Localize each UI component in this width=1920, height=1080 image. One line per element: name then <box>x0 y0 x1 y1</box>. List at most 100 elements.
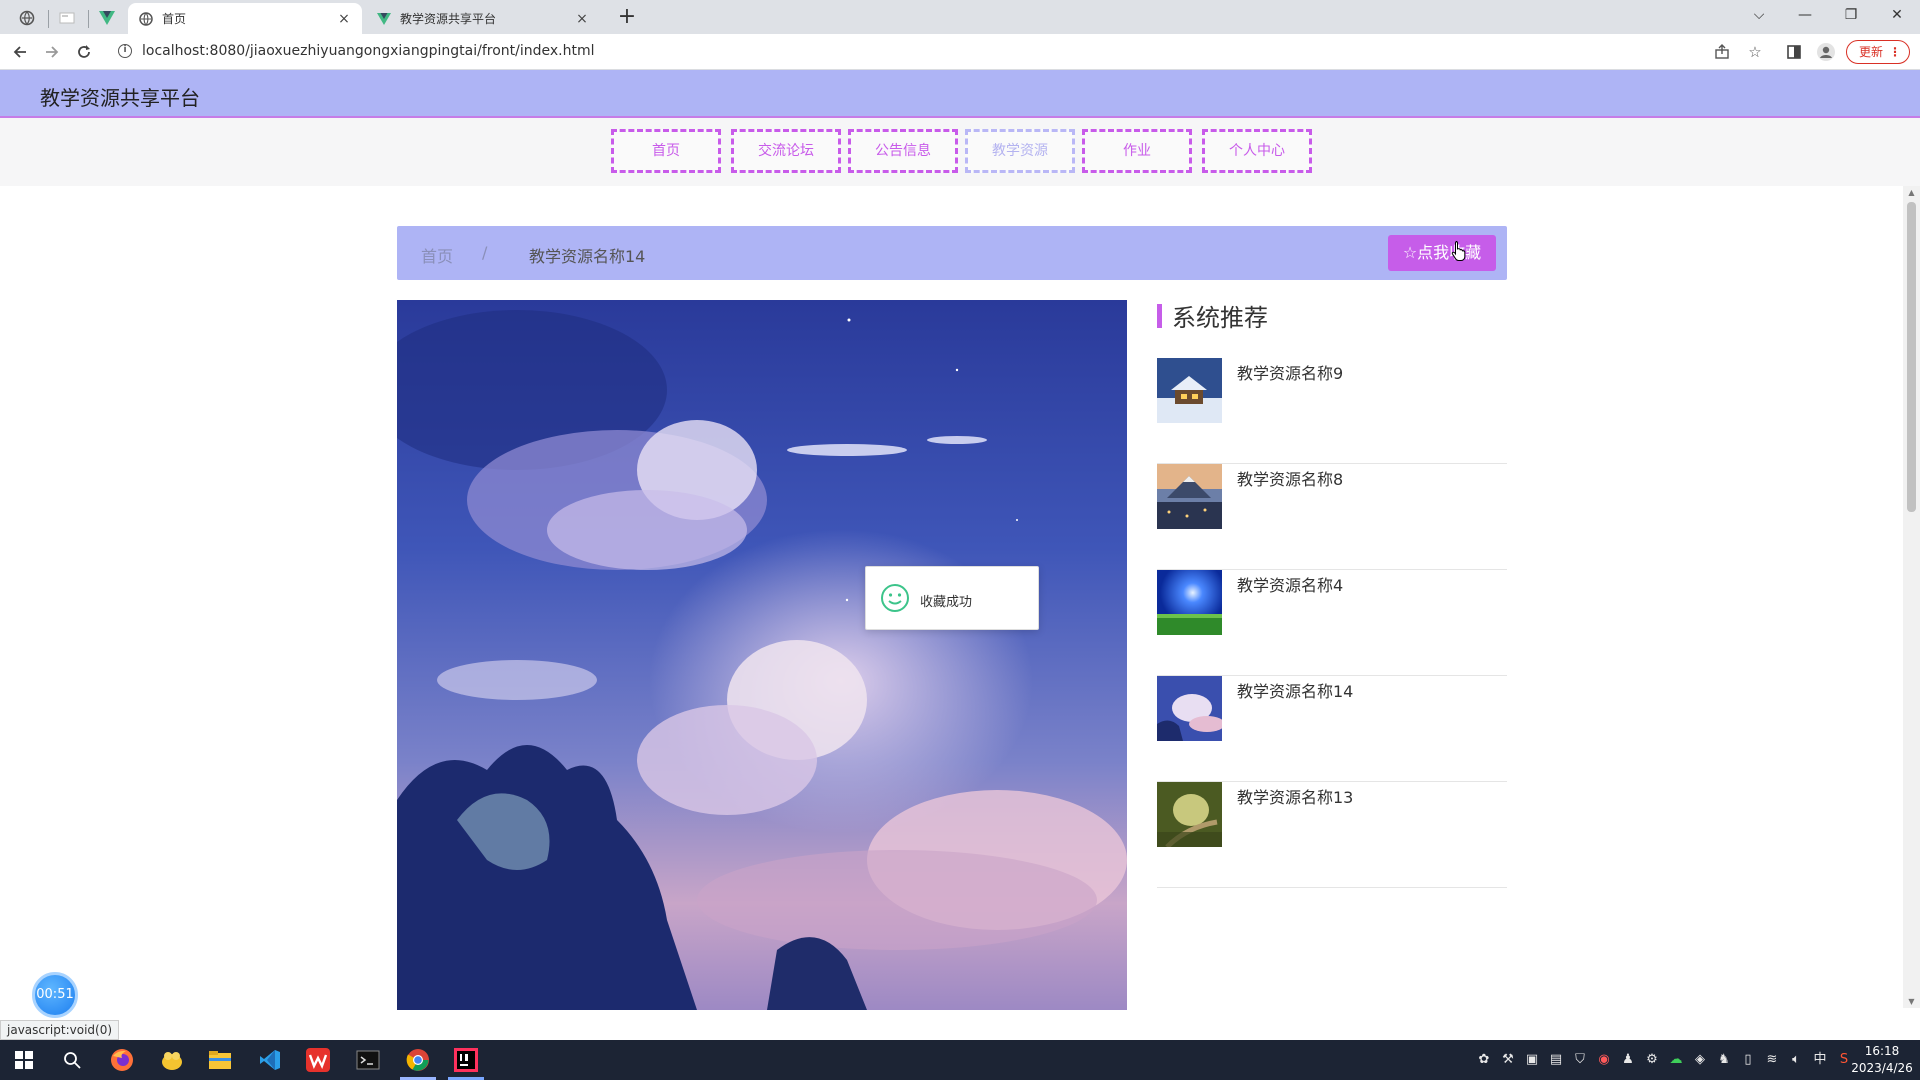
hand-cursor-icon <box>1451 241 1466 261</box>
recording-timer[interactable]: 00:51 <box>32 972 78 1018</box>
site-info-icon[interactable]: i <box>118 44 132 58</box>
breadcrumb: 首页 / 教学资源名称14 <box>397 226 1507 280</box>
tab-home[interactable]: 首页 × <box>128 3 362 34</box>
tray-tool-icon[interactable]: ⚒ <box>1500 1052 1516 1068</box>
tray-wechat-icon[interactable]: ☁ <box>1668 1052 1684 1068</box>
recommend-item[interactable]: 教学资源名称4 <box>1157 570 1507 676</box>
chrome-icon[interactable] <box>404 1046 432 1074</box>
tray-person-icon[interactable]: ♟ <box>1620 1052 1636 1068</box>
recommend-thumbnail[interactable] <box>1157 782 1222 847</box>
more-menu-icon: ⋮ <box>1889 45 1901 59</box>
breadcrumb-current: 教学资源名称14 <box>529 247 646 266</box>
browser-tab-bar: 首页 × 教学资源共享平台 × + ⌵ — ❐ ✕ <box>0 0 1920 34</box>
back-arrow-icon[interactable] <box>8 40 32 64</box>
wifi-icon[interactable]: ≋ <box>1764 1052 1780 1068</box>
recommend-item[interactable]: 教学资源名称8 <box>1157 464 1507 570</box>
recommend-thumbnail[interactable] <box>1157 464 1222 529</box>
tray-folder-icon[interactable]: ▤ <box>1548 1052 1564 1068</box>
file-explorer-icon[interactable] <box>206 1046 234 1074</box>
scroll-up-icon[interactable]: ▲ <box>1907 188 1916 197</box>
site-header: 教学资源共享平台 <box>0 70 1920 118</box>
tray-usb-icon[interactable]: ▯ <box>1740 1052 1756 1068</box>
profile-avatar-icon[interactable] <box>1816 42 1836 62</box>
menu-item-home[interactable]: 首页 <box>611 129 721 173</box>
share-icon[interactable] <box>1712 42 1732 62</box>
section-accent-bar <box>1157 304 1162 328</box>
tray-shield-icon[interactable]: ⛉ <box>1572 1052 1588 1068</box>
site-title: 教学资源共享平台 <box>40 86 200 110</box>
menu-item-forum[interactable]: 交流论坛 <box>731 129 841 173</box>
tray-flower-icon[interactable]: ✿ <box>1476 1052 1492 1068</box>
taskbar-clock[interactable]: 16:18 2023/4/26 <box>1850 1043 1914 1077</box>
wps-office-icon[interactable] <box>304 1046 332 1074</box>
recommend-item[interactable]: 教学资源名称9 <box>1157 358 1507 464</box>
recommend-thumbnail[interactable] <box>1157 570 1222 635</box>
close-icon[interactable]: × <box>336 11 352 27</box>
tab-title: 教学资源共享平台 <box>400 12 497 26</box>
page-icon <box>59 12 75 24</box>
minimize-button[interactable]: — <box>1782 0 1828 30</box>
toast-notification: 收藏成功 <box>865 566 1039 630</box>
close-icon[interactable]: × <box>574 11 590 27</box>
tray-red-app-icon[interactable]: ◉ <box>1596 1052 1612 1068</box>
toast-text: 收藏成功 <box>920 595 973 610</box>
vue-logo-icon <box>376 11 392 27</box>
windows-start-icon[interactable] <box>10 1046 38 1074</box>
menu-item-homework[interactable]: 作业 <box>1082 129 1192 173</box>
main-menu: 首页 交流论坛 公告信息 教学资源 作业 个人中心 <box>0 118 1920 186</box>
tray-jetbrains-icon[interactable]: ▣ <box>1524 1052 1540 1068</box>
recommend-thumbnail[interactable] <box>1157 676 1222 741</box>
menu-item-announcements[interactable]: 公告信息 <box>848 129 958 173</box>
pinned-tab-globe[interactable] <box>10 5 44 31</box>
terminal-icon[interactable] <box>354 1046 382 1074</box>
tab-platform[interactable]: 教学资源共享平台 × <box>366 3 600 34</box>
status-bar-url: javascript:void(0) <box>0 1020 120 1040</box>
favorite-button[interactable]: ☆点我收藏 <box>1388 235 1496 271</box>
close-window-button[interactable]: ✕ <box>1874 0 1920 30</box>
smile-icon <box>881 584 909 612</box>
tray-settings-icon[interactable]: ⚙ <box>1644 1052 1660 1068</box>
recommend-item-name[interactable]: 教学资源名称4 <box>1237 572 1343 596</box>
recommend-item-name[interactable]: 教学资源名称8 <box>1237 466 1343 490</box>
clock-date: 2023/4/26 <box>1851 1061 1913 1075</box>
tab-separator <box>48 10 49 28</box>
globe-icon <box>138 11 154 27</box>
menu-item-resources[interactable]: 教学资源 <box>965 129 1075 173</box>
side-panel-icon[interactable] <box>1784 42 1804 62</box>
forward-arrow-icon[interactable] <box>40 40 64 64</box>
search-icon[interactable] <box>58 1046 86 1074</box>
vscode-icon[interactable] <box>256 1046 284 1074</box>
firefox-icon[interactable] <box>108 1046 136 1074</box>
recommend-item-name[interactable]: 教学资源名称9 <box>1237 360 1343 384</box>
new-tab-button[interactable]: + <box>614 5 640 31</box>
breadcrumb-separator: / <box>482 243 488 262</box>
bookmark-star-icon[interactable]: ☆ <box>1745 42 1765 62</box>
intellij-idea-icon[interactable] <box>452 1046 480 1074</box>
address-bar-row: i localhost:8080/jiaoxuezhiyuangongxiang… <box>0 34 1920 70</box>
reload-icon[interactable] <box>72 40 96 64</box>
recommend-item-name[interactable]: 教学资源名称14 <box>1237 678 1353 702</box>
update-label: 更新 <box>1859 45 1884 59</box>
volume-icon[interactable]: 🔈︎ <box>1788 1052 1804 1068</box>
menu-item-profile[interactable]: 个人中心 <box>1202 129 1312 173</box>
omnibox[interactable]: i localhost:8080/jiaoxuezhiyuangongxiang… <box>110 38 1750 66</box>
url-text[interactable]: localhost:8080/jiaoxuezhiyuangongxiangpi… <box>142 43 595 59</box>
recommend-item[interactable]: 教学资源名称14 <box>1157 676 1507 782</box>
pinned-tab-vue[interactable] <box>90 5 124 31</box>
breadcrumb-home-link[interactable]: 首页 <box>421 243 453 267</box>
scroll-down-icon[interactable]: ▼ <box>1907 997 1916 1006</box>
scrollbar-thumb[interactable] <box>1907 202 1916 512</box>
tray-app2-icon[interactable]: ♞ <box>1716 1052 1732 1068</box>
page-scrollbar[interactable]: ▲ ▼ <box>1903 186 1920 1008</box>
update-button[interactable]: 更新 ⋮ <box>1846 40 1910 64</box>
ime-indicator[interactable]: 中 <box>1812 1052 1828 1068</box>
pinned-tab-blank[interactable] <box>50 5 84 31</box>
restore-button[interactable]: ❐ <box>1828 0 1874 30</box>
vue-logo-icon <box>99 11 115 25</box>
recommend-thumbnail[interactable] <box>1157 358 1222 423</box>
tray-app-icon[interactable]: ◈ <box>1692 1052 1708 1068</box>
recommend-item-name[interactable]: 教学资源名称13 <box>1237 784 1353 808</box>
tab-search-dropdown-icon[interactable]: ⌵ <box>1736 0 1782 30</box>
app-yellow-icon[interactable] <box>158 1046 186 1074</box>
recommend-item[interactable]: 教学资源名称13 <box>1157 782 1507 888</box>
